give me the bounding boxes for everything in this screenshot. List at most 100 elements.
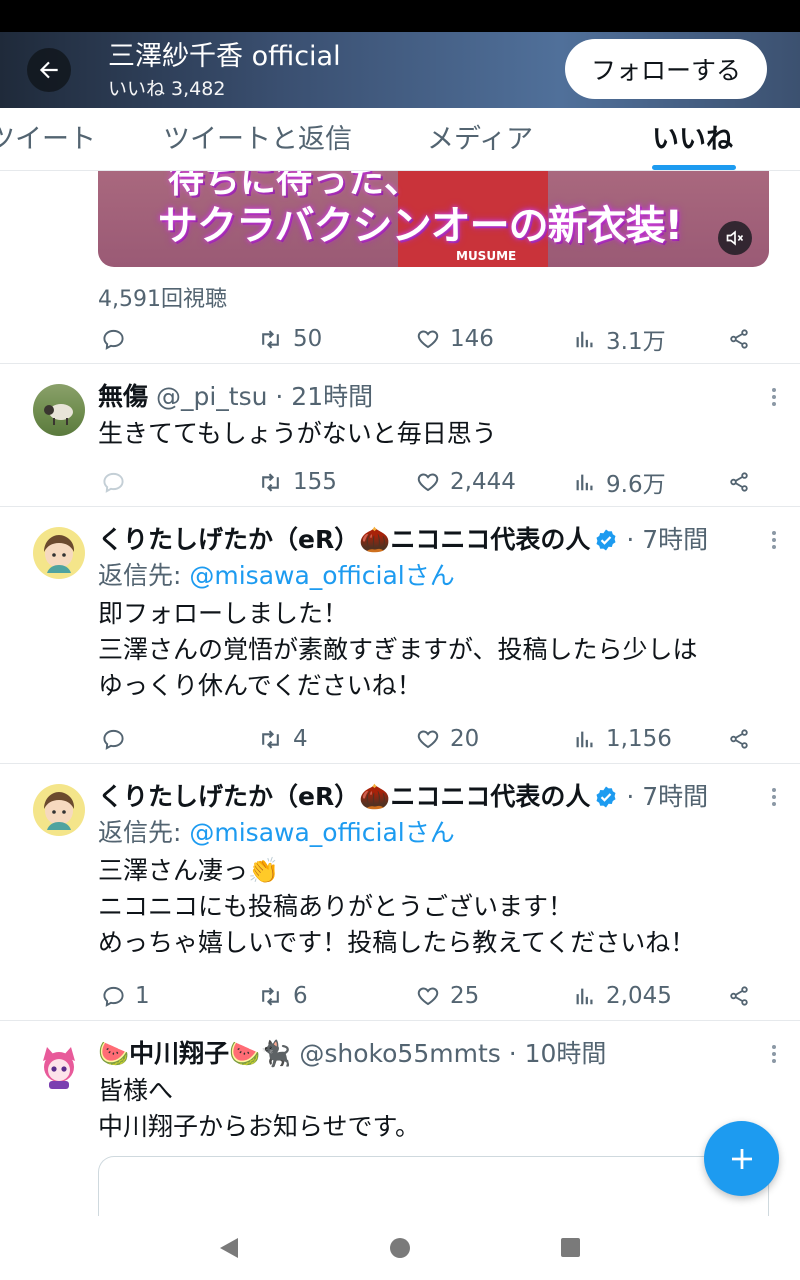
like-button[interactable]: 20 [416, 719, 479, 759]
tab-tweets-and-replies[interactable]: ツイートと返信 [163, 108, 352, 170]
reply-button[interactable] [102, 719, 135, 759]
like-button[interactable]: 146 [416, 319, 494, 359]
share-button[interactable] [728, 976, 750, 1016]
more-icon [772, 788, 776, 792]
tweet-actions: 1 6 25 2,045 [98, 976, 758, 1016]
mute-button[interactable] [718, 221, 752, 255]
analytics-icon [576, 331, 593, 348]
video-thumbnail[interactable]: 待ちに待った、 サクラバクシンオーの新衣装! MUSUME [98, 171, 769, 267]
retweet-button[interactable]: 4 [258, 719, 308, 759]
more-button[interactable] [770, 388, 778, 408]
reply-handle-link[interactable]: @misawa_official [189, 818, 404, 847]
retweet-button[interactable]: 6 [258, 976, 308, 1016]
timeline[interactable]: 待ちに待った、 サクラバクシンオーの新衣装! MUSUME 4,591回視聴 5… [0, 171, 800, 1216]
analytics-count: 1,156 [606, 726, 672, 752]
profile-header: 三澤紗千香 official いいね 3,482 フォローする [0, 32, 800, 108]
like-button[interactable]: 2,444 [416, 462, 516, 502]
analytics-button[interactable]: 1,156 [574, 719, 672, 759]
nav-recents-icon[interactable] [561, 1238, 580, 1257]
sheep-avatar-icon [44, 404, 73, 425]
chestnut-emoji: 🌰 [359, 525, 391, 554]
avatar[interactable] [33, 384, 85, 436]
tab-media[interactable]: メディア [427, 108, 533, 170]
author-name-suffix[interactable]: ニコニコ代表の人 [390, 525, 590, 554]
share-button[interactable] [728, 462, 750, 502]
back-arrow-icon [39, 61, 58, 79]
author-name[interactable]: 無傷 [98, 382, 148, 411]
status-bar [0, 0, 800, 32]
analytics-button[interactable]: 2,045 [574, 976, 672, 1016]
analytics-icon [576, 731, 593, 748]
tweet-actions: 155 2,444 9.6万 [98, 462, 758, 502]
anime-avatar-icon [44, 792, 75, 830]
nav-home-icon[interactable] [390, 1238, 410, 1258]
verified-icon [596, 786, 616, 808]
share-icon [730, 329, 748, 349]
tab-likes[interactable]: いいね [652, 108, 733, 170]
reply-icon [103, 329, 124, 350]
author-name-suffix[interactable]: ニコニコ代表の人 [390, 782, 590, 811]
analytics-button[interactable]: 3.1万 [574, 319, 666, 359]
verified-icon [596, 529, 616, 551]
more-button[interactable] [770, 788, 778, 808]
reply-count: 1 [135, 983, 150, 1009]
tweet[interactable]: くりたしげたか（eR）🌰ニコニコ代表の人 · 7時間 返信先: @misawa_… [0, 764, 800, 1020]
share-icon [730, 986, 748, 1006]
compose-button[interactable] [704, 1121, 779, 1196]
retweet-count: 4 [293, 726, 308, 752]
tweet[interactable]: くりたしげたか（eR）🌰ニコニコ代表の人 · 7時間 返信先: @misawa_… [0, 507, 800, 763]
video-jersey-text: MUSUME [456, 249, 517, 263]
reply-handle-link[interactable]: @misawa_official [189, 561, 404, 590]
like-icon [417, 730, 439, 749]
reply-button[interactable] [102, 319, 135, 359]
profile-tabs: ツイート ツイートと返信 メディア いいね [0, 108, 800, 171]
avatar[interactable] [33, 1041, 85, 1093]
reply-icon [103, 986, 124, 1007]
more-icon [772, 388, 776, 392]
tab-tweets[interactable]: ツイート [0, 108, 96, 170]
tweet[interactable]: 無傷 @_pi_tsu · 21時間 生きててもしょうがないと毎日思う 155 … [0, 364, 800, 506]
tweet-text: 生きててもしょうがないと毎日思う [98, 419, 497, 448]
tweet-text: ニコニコにも投稿ありがとうございます！ めっちゃ嬉しいです！投稿したら教えてくだ… [98, 892, 696, 957]
chestnut-emoji: 🌰 [359, 782, 391, 811]
tweet-header: くりたしげたか（eR）🌰ニコニコ代表の人 · 7時間 [98, 523, 708, 557]
tweet-card-preview[interactable] [98, 1156, 769, 1216]
share-button[interactable] [728, 719, 750, 759]
like-count: 146 [450, 326, 494, 352]
nav-back-icon[interactable] [218, 1236, 240, 1260]
tweet-actions: 50 146 3.1万 [98, 319, 758, 359]
author-handle-time: @_pi_tsu · 21時間 [155, 382, 374, 411]
avatar[interactable] [33, 527, 85, 579]
author-handle-time: @shoko55mmts · 10時間 [299, 1039, 607, 1068]
retweet-button[interactable]: 50 [258, 319, 322, 359]
retweet-count: 155 [293, 469, 337, 495]
analytics-count: 9.6万 [606, 472, 666, 498]
replying-to: 返信先: @misawa_officialさん [98, 818, 455, 847]
back-button[interactable] [27, 48, 71, 92]
follow-button[interactable]: フォローする [565, 39, 767, 99]
analytics-count: 2,045 [606, 983, 672, 1009]
reply-button[interactable]: 1 [102, 976, 150, 1016]
author-name[interactable]: 中川翔子 [129, 1039, 229, 1068]
analytics-icon [576, 988, 593, 1005]
share-button[interactable] [728, 319, 750, 359]
avatar[interactable] [33, 784, 85, 836]
retweet-count: 50 [293, 326, 323, 352]
reply-icon [103, 729, 124, 750]
author-name[interactable]: くりたしげたか（eR） [98, 525, 359, 554]
reply-button[interactable] [102, 462, 135, 502]
retweet-icon [262, 329, 279, 349]
like-button[interactable]: 25 [416, 976, 479, 1016]
analytics-button[interactable]: 9.6万 [574, 462, 666, 502]
replying-to: 返信先: @misawa_officialさん [98, 561, 455, 590]
tweet-header: 🍉中川翔子🍉🐈‍⬛ @shoko55mmts · 10時間 [98, 1037, 606, 1071]
share-icon [730, 729, 748, 749]
video-caption: サクラバクシンオーの新衣装! [158, 203, 683, 249]
more-button[interactable] [770, 1045, 778, 1065]
more-button[interactable] [770, 531, 778, 551]
more-icon [772, 1045, 776, 1049]
clap-emoji: 👏 [248, 856, 280, 885]
author-name[interactable]: くりたしげたか（eR） [98, 782, 359, 811]
retweet-button[interactable]: 155 [258, 462, 337, 502]
tweet-text: 皆様へ 中川翔子からお知らせです。 [98, 1076, 421, 1141]
